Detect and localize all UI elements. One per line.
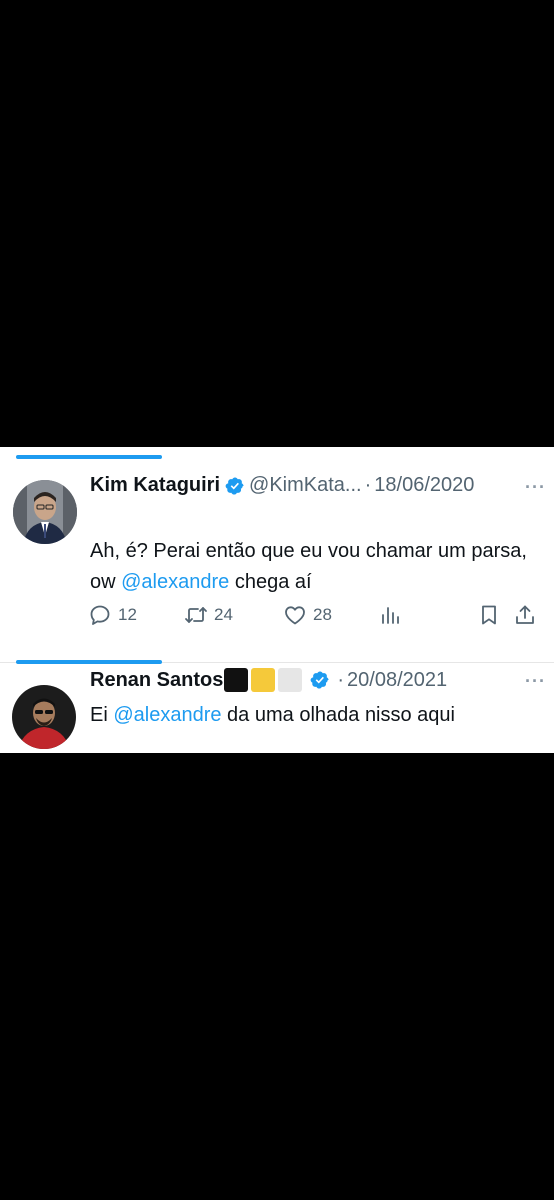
black-square-icon [224, 668, 249, 692]
separator-dot: · [364, 474, 372, 496]
like-button[interactable]: 28 [283, 603, 332, 627]
tweet-text: Ah, é? Perai então que eu vou chamar um … [90, 536, 534, 598]
views-icon [382, 607, 399, 624]
tweet-header: Kim Kataguiri @KimKata... · 18/06/2020 [90, 474, 474, 497]
author-name[interactable]: Renan Santos [90, 669, 223, 692]
avatar-image [13, 480, 77, 544]
avatar-image [12, 685, 76, 749]
share-icon [516, 605, 534, 624]
author-handle[interactable]: @KimKata... [249, 474, 362, 497]
tweet-date[interactable]: 18/06/2020 [374, 474, 474, 497]
tweet-text-end: da uma olhada nisso aqui [221, 704, 455, 726]
tweet-text-start: Ei [90, 704, 114, 726]
retweet-button[interactable]: 24 [184, 603, 233, 627]
reply-button[interactable]: 12 [88, 603, 137, 627]
tweet-renan-santos[interactable]: Renan Santos · 20/08/2021 ··· Ei @alexan… [0, 660, 554, 753]
like-icon [285, 606, 305, 625]
mention-link[interactable]: @alexandre [113, 704, 221, 726]
verified-badge-icon [310, 671, 329, 689]
retweet-icon [185, 607, 207, 623]
reply-icon [90, 605, 110, 625]
tweet-header: Renan Santos · 20/08/2021 [90, 668, 447, 692]
bookmark-button[interactable] [477, 603, 501, 627]
tweet-actions: 12 24 28 [88, 603, 548, 631]
mention-link[interactable]: @alexandre [121, 571, 229, 593]
tweet-kim-kataguiri[interactable]: Kim Kataguiri @KimKata... · 18/06/2020 ·… [0, 447, 554, 662]
share-button[interactable] [513, 603, 537, 627]
author-name[interactable]: Kim Kataguiri [90, 474, 220, 497]
tweet-text: Ei @alexandre da uma olhada nisso aqui [90, 700, 534, 731]
accent-bar [16, 455, 162, 459]
tweet-thread-card: Kim Kataguiri @KimKata... · 18/06/2020 ·… [0, 447, 554, 753]
white-square-icon [278, 668, 303, 692]
like-count: 28 [313, 605, 332, 624]
avatar[interactable] [12, 685, 76, 749]
separator-dot: · [337, 668, 345, 691]
reply-count: 12 [118, 605, 137, 624]
retweet-count: 24 [214, 605, 233, 624]
more-options-icon[interactable]: ··· [525, 477, 546, 498]
more-options-icon[interactable]: ··· [525, 671, 546, 692]
tweet-text-end: chega aí [229, 571, 312, 593]
verified-badge-icon [225, 476, 244, 495]
bookmark-icon [482, 605, 496, 625]
yellow-square-icon [251, 668, 276, 692]
avatar[interactable] [13, 480, 77, 544]
accent-bar [16, 660, 162, 664]
tweet-date[interactable]: 20/08/2021 [347, 669, 447, 692]
views-button[interactable] [378, 603, 402, 627]
